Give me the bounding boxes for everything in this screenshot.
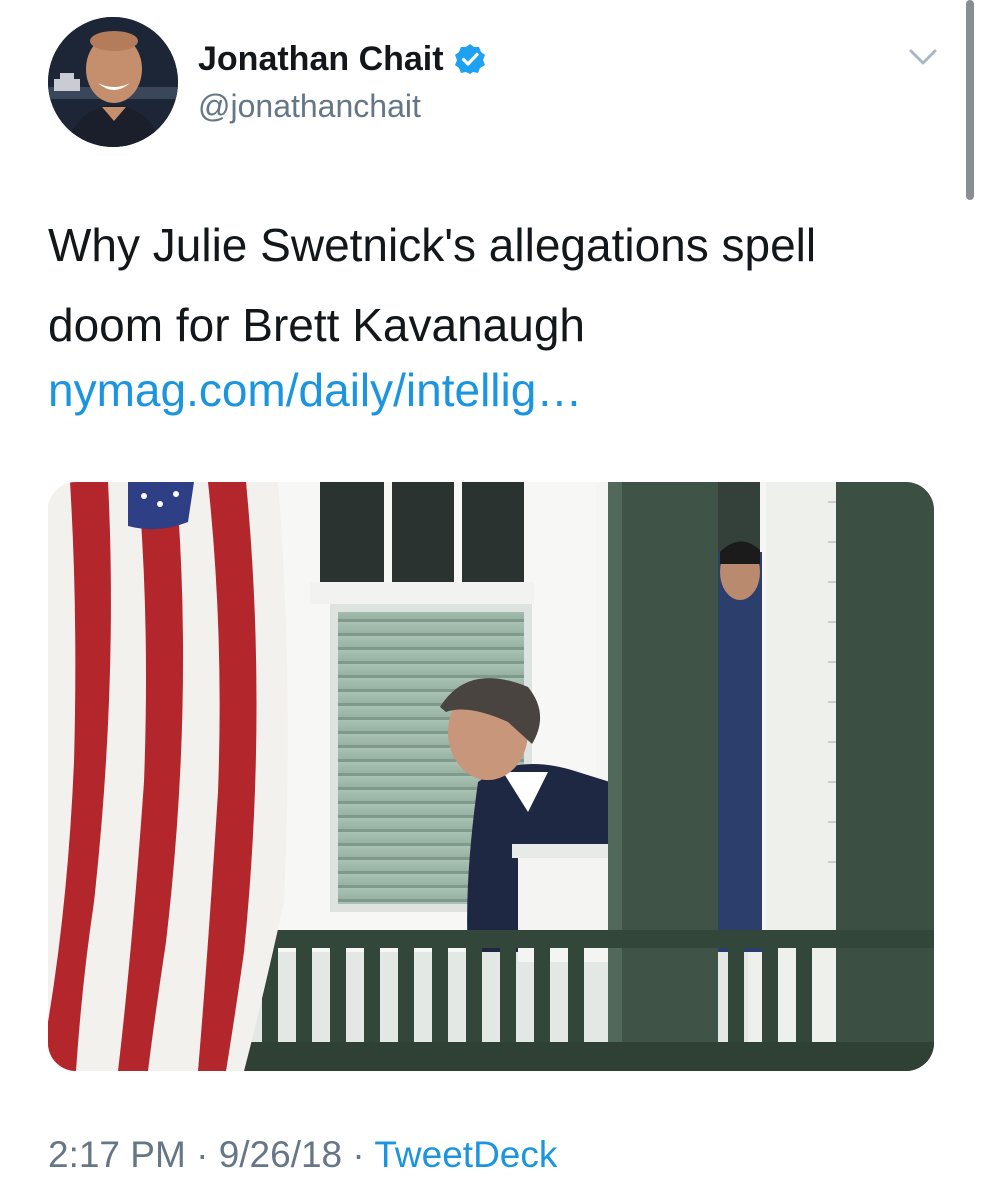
- avatar[interactable]: [48, 17, 178, 147]
- meta-separator: ·: [196, 1134, 209, 1175]
- author-name[interactable]: Jonathan Chait: [198, 38, 444, 80]
- tweet-date[interactable]: 9/26/18: [219, 1134, 342, 1175]
- tweet-link[interactable]: nymag.com/daily/intellig…: [48, 360, 582, 420]
- author-name-row: Jonathan Chait: [198, 38, 486, 80]
- tweet-source[interactable]: TweetDeck: [374, 1134, 557, 1175]
- tweet-time[interactable]: 2:17 PM: [48, 1134, 186, 1175]
- avatar-image: [48, 17, 178, 147]
- tweet-meta: 2:17 PM · 9/26/18 · TweetDeck: [48, 1132, 557, 1178]
- photo-image: [48, 482, 934, 1071]
- tweet-author: Jonathan Chait @jonathanchait: [198, 38, 486, 128]
- scrollbar[interactable]: [966, 0, 974, 200]
- meta-separator: ·: [352, 1134, 365, 1175]
- chevron-down-icon[interactable]: [905, 45, 941, 69]
- author-handle[interactable]: @jonathanchait: [198, 84, 486, 128]
- tweet-photo[interactable]: [48, 482, 934, 1071]
- verified-badge-icon: [454, 43, 486, 75]
- tweet-text: Why Julie Swetnick's allegations spell d…: [48, 219, 817, 351]
